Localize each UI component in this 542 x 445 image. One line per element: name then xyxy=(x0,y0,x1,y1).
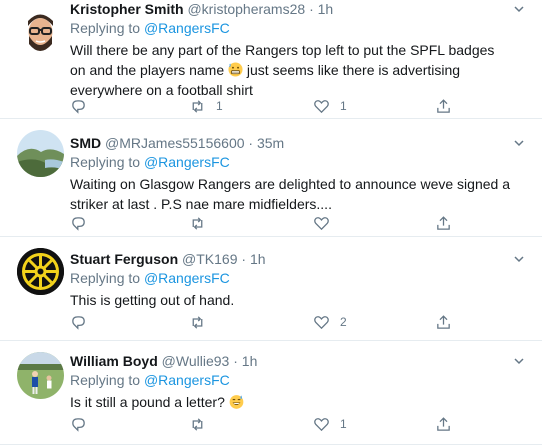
reply-button[interactable] xyxy=(70,414,97,434)
heart-icon xyxy=(314,417,329,431)
author-handle[interactable]: @MRJames55156600 xyxy=(105,135,245,151)
separator-dot: · xyxy=(309,1,314,17)
tweet-card[interactable]: Stuart Ferguson @TK169 · 1h Replying to … xyxy=(0,237,542,341)
chevron-down-icon[interactable] xyxy=(514,138,524,148)
replying-to: Replying to @RangersFC xyxy=(70,153,512,172)
heart-icon xyxy=(314,315,329,329)
replying-to-link[interactable]: @RangersFC xyxy=(144,20,230,36)
avatar[interactable] xyxy=(17,352,64,399)
share-button[interactable] xyxy=(435,96,452,116)
author-name[interactable]: Stuart Ferguson xyxy=(70,251,178,267)
like-count: 1 xyxy=(340,99,347,113)
reply-button[interactable] xyxy=(70,96,97,116)
share-icon xyxy=(437,215,450,230)
reply-icon xyxy=(72,315,85,330)
tweet-actions: 1 1 xyxy=(70,96,470,116)
retweet-button[interactable] xyxy=(189,414,216,434)
tweet-actions xyxy=(70,213,470,233)
tweet-card[interactable]: William Boyd @Wullie93 · 1h Replying to … xyxy=(0,341,542,445)
reply-icon xyxy=(72,99,85,114)
author-name[interactable]: William Boyd xyxy=(70,353,158,369)
replying-to-link[interactable]: @RangersFC xyxy=(144,270,230,286)
chevron-down-icon[interactable] xyxy=(514,254,524,264)
retweet-icon xyxy=(192,99,203,113)
timestamp[interactable]: 1h xyxy=(250,251,266,267)
retweet-icon xyxy=(192,417,203,431)
retweet-button[interactable] xyxy=(189,213,216,233)
tweet-card[interactable]: Kristopher Smith @kristopherams28 · 1h R… xyxy=(0,0,542,119)
tweet-text: Is it still a pound a letter? xyxy=(70,392,512,412)
avatar[interactable] xyxy=(17,8,64,55)
tweet-actions: 2 xyxy=(70,312,470,332)
retweet-button[interactable]: 1 xyxy=(189,96,223,116)
like-button[interactable]: 1 xyxy=(313,96,347,116)
separator-dot: · xyxy=(241,251,247,267)
tweet-text: This is getting out of hand. xyxy=(70,292,235,308)
separator-dot: · xyxy=(233,353,238,369)
replying-prefix: Replying to xyxy=(70,20,141,36)
share-button[interactable] xyxy=(435,312,452,332)
author-handle[interactable]: @TK169 xyxy=(182,251,237,267)
replying-prefix: Replying to xyxy=(70,154,141,170)
replying-prefix: Replying to xyxy=(70,372,141,388)
grimacing-face-emoji-icon xyxy=(228,62,243,77)
retweet-button[interactable] xyxy=(189,312,216,332)
avatar-image xyxy=(17,8,64,55)
timestamp[interactable]: 35m xyxy=(257,135,284,151)
reply-button[interactable] xyxy=(70,213,97,233)
replying-to-link[interactable]: @RangersFC xyxy=(144,154,230,170)
separator-dot: · xyxy=(248,135,254,151)
timestamp[interactable]: 1h xyxy=(242,353,258,369)
heart-icon xyxy=(314,99,329,113)
grinning-sweat-emoji-icon xyxy=(229,395,244,409)
replying-to-link[interactable]: @RangersFC xyxy=(144,372,230,388)
avatar-image xyxy=(17,130,64,177)
share-icon xyxy=(437,98,450,113)
avatar[interactable] xyxy=(17,130,64,177)
replying-prefix: Replying to xyxy=(70,270,141,286)
author-name[interactable]: SMD xyxy=(70,135,101,151)
like-count: 2 xyxy=(340,315,347,329)
chevron-down-icon[interactable] xyxy=(514,356,524,366)
replying-to: Replying to @RangersFC xyxy=(70,269,512,288)
retweet-count: 1 xyxy=(216,99,223,113)
share-icon xyxy=(437,314,450,329)
like-count: 1 xyxy=(340,417,347,431)
reply-button[interactable] xyxy=(70,312,97,332)
author-name[interactable]: Kristopher Smith xyxy=(70,1,184,17)
avatar-image xyxy=(17,352,64,399)
reply-icon xyxy=(72,216,85,231)
share-button[interactable] xyxy=(435,213,452,233)
chevron-down-icon[interactable] xyxy=(514,4,524,14)
replying-to: Replying to @RangersFC xyxy=(70,19,512,38)
share-icon xyxy=(437,416,450,431)
heart-icon xyxy=(314,216,329,230)
tweet-text-part: Is it still a pound a letter? xyxy=(70,394,225,410)
like-button[interactable]: 1 xyxy=(313,414,347,434)
tweet-actions: 1 xyxy=(70,414,470,434)
author-handle[interactable]: @kristopherams28 xyxy=(187,1,305,17)
share-button[interactable] xyxy=(435,414,452,434)
timestamp[interactable]: 1h xyxy=(318,1,334,17)
tweet-card[interactable]: SMD @MRJames55156600 · 35m Replying to @… xyxy=(0,119,542,237)
tweet-text: Waiting on Glasgow Rangers are delighted… xyxy=(70,176,510,212)
avatar[interactable] xyxy=(17,248,64,295)
author-handle[interactable]: @Wullie93 xyxy=(162,353,230,369)
avatar-image xyxy=(17,248,64,295)
retweet-icon xyxy=(192,315,203,329)
like-button[interactable]: 2 xyxy=(313,312,347,332)
tweet-text: Will there be any part of the Rangers to… xyxy=(70,40,512,100)
reply-icon xyxy=(72,417,85,432)
retweet-icon xyxy=(192,216,203,230)
like-button[interactable] xyxy=(313,213,340,233)
replying-to: Replying to @RangersFC xyxy=(70,371,512,390)
